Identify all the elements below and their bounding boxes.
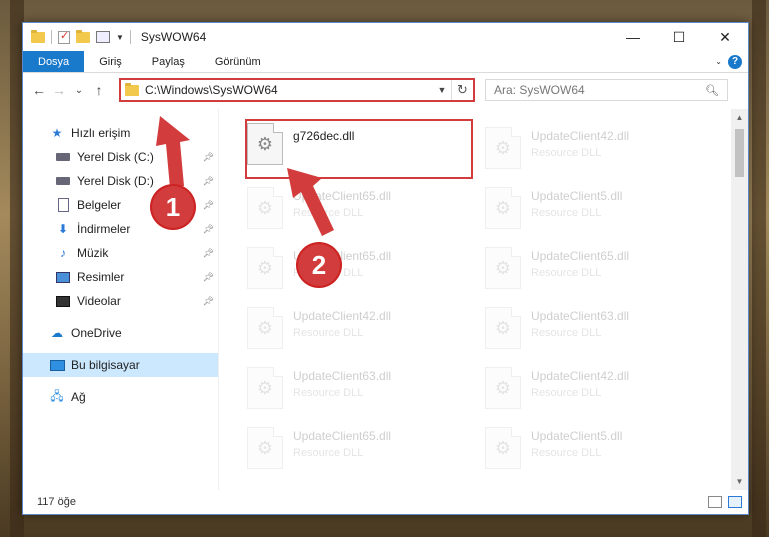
arrow-2 — [287, 168, 334, 236]
step-1-badge: 1 — [152, 186, 194, 228]
annotation-arrows — [156, 116, 334, 236]
arrow-1 — [156, 116, 190, 188]
step-2-badge: 2 — [298, 244, 340, 286]
